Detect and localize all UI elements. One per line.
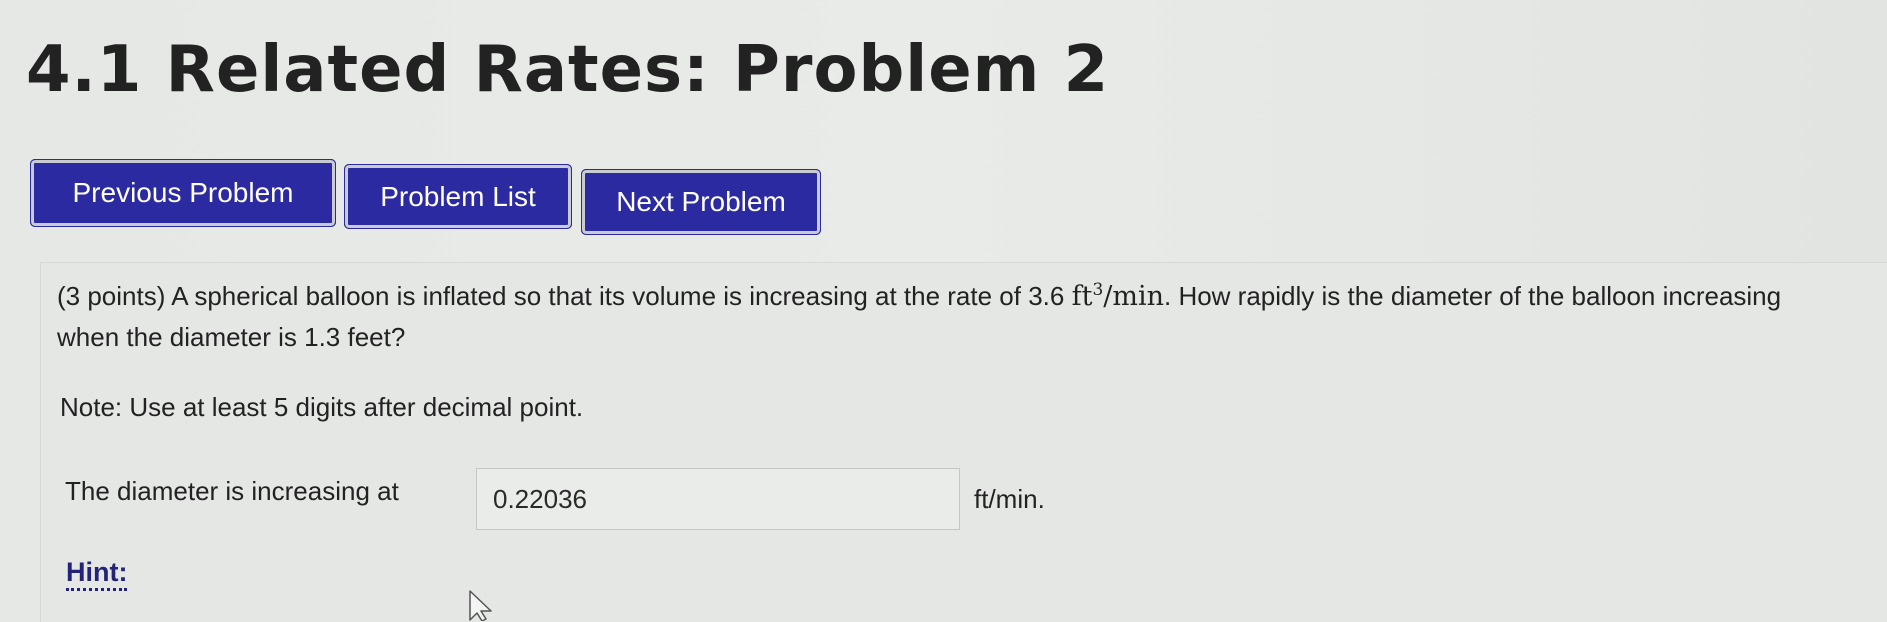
- problem-points: (3 points): [57, 281, 166, 311]
- problem-statement: (3 points) A spherical balloon is inflat…: [57, 270, 1837, 358]
- previous-problem-button[interactable]: Previous Problem: [30, 159, 336, 227]
- rate-unit-base: ft: [1071, 281, 1093, 312]
- mouse-pointer-icon: [469, 590, 492, 621]
- page-title: 4.1 Related Rates: Problem 2: [26, 33, 1110, 107]
- problem-text-before-rate: A spherical balloon is inflated so that …: [171, 281, 1065, 311]
- rate-unit-per: /min: [1103, 281, 1164, 312]
- answer-label: The diameter is increasing at: [65, 476, 399, 506]
- rate-unit-exponent: 3: [1092, 280, 1104, 300]
- next-problem-button[interactable]: Next Problem: [581, 169, 821, 235]
- rate-unit: ft3/min: [1071, 280, 1164, 312]
- problem-list-button[interactable]: Problem List: [344, 164, 572, 229]
- answer-input[interactable]: [476, 468, 960, 530]
- answer-unit: ft/min.: [974, 484, 1045, 514]
- hint-link[interactable]: Hint:: [66, 556, 128, 591]
- problem-note: Note: Use at least 5 digits after decima…: [60, 392, 584, 422]
